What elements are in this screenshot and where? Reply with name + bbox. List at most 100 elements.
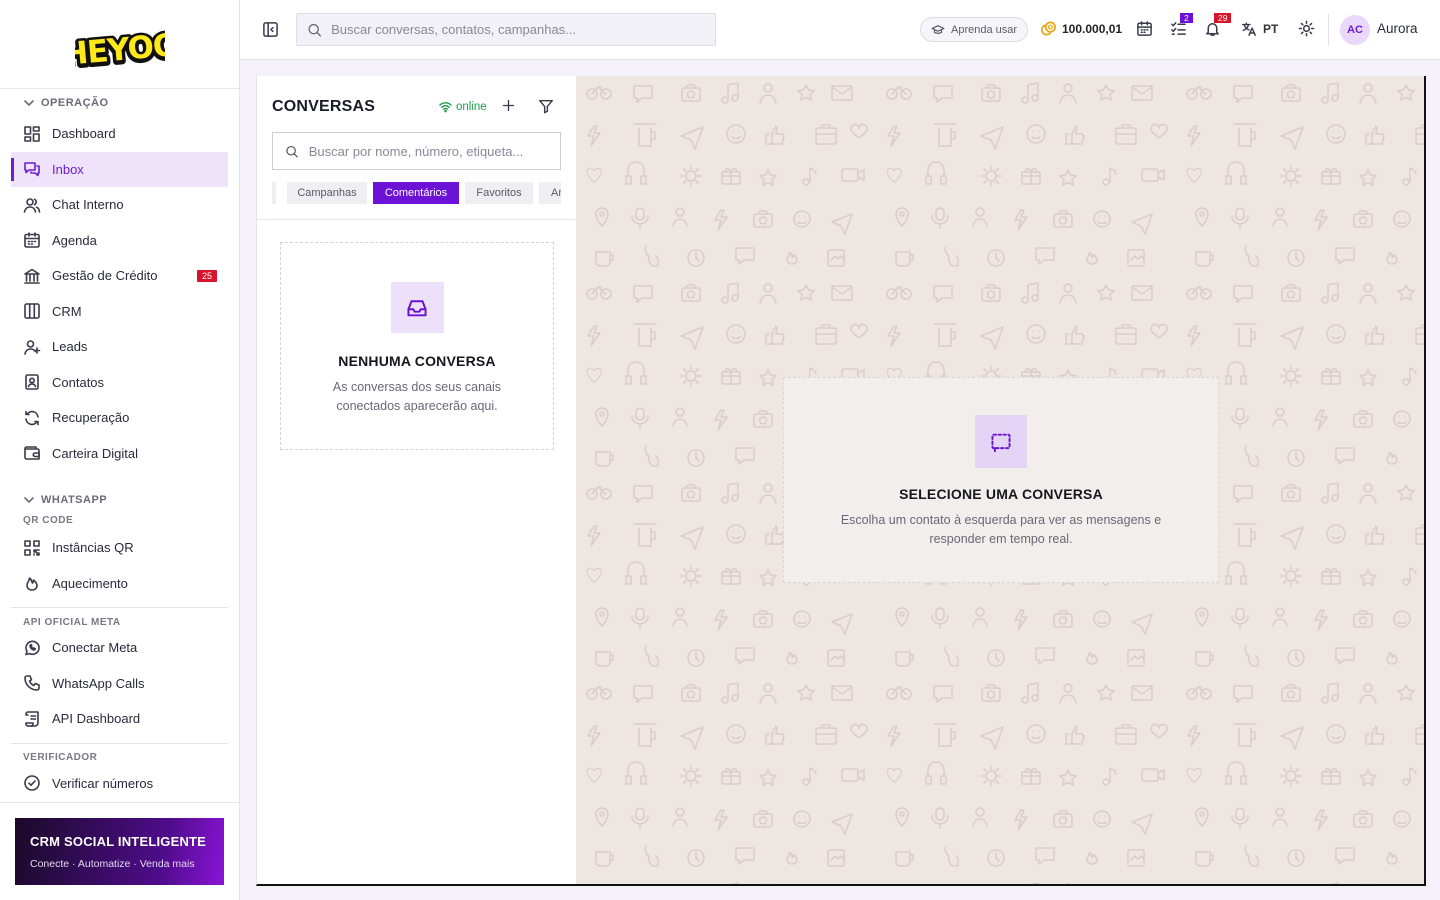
connection-status-label: online (456, 100, 487, 113)
divider (257, 219, 576, 220)
sidebar-item-label: Verificar números (52, 775, 154, 791)
heyoo-logo[interactable]: HEYOO HEYOO (75, 24, 165, 70)
sidebar-item-whatsapp-calls[interactable]: WhatsApp Calls (11, 666, 228, 702)
language-selector[interactable]: PT (1241, 21, 1278, 37)
sidebar-item-label: Agenda (52, 232, 97, 248)
sidebar-item-dashboard[interactable]: Dashboard (11, 116, 228, 152)
calendar-icon (1137, 21, 1152, 36)
sidebar-item-conectar-meta[interactable]: Conectar Meta (11, 630, 228, 666)
sidebar-item-label: WhatsApp Calls (52, 675, 145, 691)
sidebar-item-api-dashboard[interactable]: API Dashboard (11, 701, 228, 737)
credit-value: 100.000,01 (1062, 21, 1123, 36)
sidebar-item-label: Leads (52, 339, 88, 355)
sidebar-item-instancias-qr[interactable]: Instâncias QR (11, 530, 228, 566)
inbox-tray-icon (407, 299, 427, 316)
sidebar-item-chat-interno[interactable]: Chat Interno (11, 187, 228, 223)
divider (11, 607, 228, 608)
theme-toggle-button[interactable] (1298, 20, 1315, 37)
contact-card-icon (25, 374, 39, 391)
empty-conversations-text: As conversas dos seus canais conectados … (332, 380, 502, 413)
calendar-icon (24, 232, 40, 249)
subsection-api-oficial-meta: API OFICIAL META (23, 616, 121, 628)
sidebar-item-gestao-credito[interactable]: Gestão de Crédito 25 (11, 258, 228, 294)
calendar-button[interactable] (1136, 20, 1153, 37)
flame-icon (26, 577, 38, 592)
inbox-icon (24, 162, 40, 177)
section-operacao[interactable]: OPERAÇÃO (11, 90, 228, 116)
subsection-qr-code: QR CODE (23, 514, 74, 526)
section-whatsapp-label: WHATSAPP (41, 494, 108, 506)
empty-inbox-icon-box (390, 282, 444, 333)
kanban-icon (24, 303, 40, 320)
sidebar-item-label: Chat Interno (52, 197, 124, 213)
scroll-icon (25, 710, 39, 727)
select-conversation-state: SELECIONE UMA CONVERSA Escolha um contat… (783, 377, 1219, 583)
sidebar-item-agenda[interactable]: Agenda (11, 223, 228, 259)
sidebar-item-verificar-numeros[interactable]: Verificar números (11, 766, 228, 802)
filter-button[interactable] (538, 98, 554, 114)
select-conversation-title: SELECIONE UMA CONVERSA (899, 486, 1103, 502)
sidebar-nav: OPERAÇÃO Dashboard Inbox Chat Interno Ag… (11, 90, 228, 801)
tab-arquivadas[interactable]: Ar (539, 182, 561, 204)
sidebar-item-label: Recuperação (52, 410, 130, 426)
sidebar-item-label: Gestão de Crédito (52, 268, 158, 284)
divider (0, 802, 239, 803)
coins-icon (1041, 21, 1056, 36)
sidebar-item-label: Inbox (52, 161, 84, 177)
notifications-button[interactable]: 29 (1204, 13, 1232, 37)
wallet-icon (24, 446, 40, 461)
learn-button[interactable]: Aprenda usar (920, 17, 1029, 42)
tasks-button[interactable]: 2 (1170, 13, 1193, 37)
wifi-icon (439, 102, 452, 113)
global-search-input[interactable] (331, 22, 715, 37)
language-code: PT (1263, 22, 1279, 36)
collapse-sidebar-button[interactable] (262, 21, 279, 38)
sidebar-item-inbox[interactable]: Inbox (11, 151, 228, 187)
users-icon (23, 197, 41, 213)
top-header: Aprenda usar 100.000,01 2 29 PT AC Auror… (240, 0, 1440, 60)
sidebar-item-leads[interactable]: Leads (11, 329, 228, 365)
conversation-tabs: Campanhas Comentários Favoritos Ar (272, 182, 561, 204)
divider (1328, 14, 1329, 46)
empty-conversations-title: NENHUMA CONVERSA (338, 353, 496, 369)
sidebar-item-carteira[interactable]: Carteira Digital (11, 436, 228, 472)
select-icon-box (975, 415, 1027, 468)
tab-partial[interactable] (272, 182, 276, 204)
promo-banner[interactable]: CRM SOCIAL INTELIGENTE Conecte · Automat… (15, 818, 224, 885)
graduation-cap-icon (931, 24, 945, 34)
notifications-badge: 29 (1214, 13, 1232, 23)
tab-comentarios[interactable]: Comentários (373, 182, 459, 204)
avatar[interactable]: AC (1340, 15, 1370, 45)
conversations-title: CONVERSAS (272, 98, 376, 115)
chat-dashed-icon (991, 433, 1011, 452)
promo-subtitle: Conecte · Automatize · Venda mais (30, 858, 195, 870)
sidebar-item-aquecimento[interactable]: Aquecimento (11, 566, 228, 602)
section-whatsapp[interactable]: WHATSAPP (11, 490, 228, 510)
sidebar-item-label: CRM (52, 303, 82, 319)
logo-area: HEYOO HEYOO (0, 0, 239, 89)
sidebar-item-crm[interactable]: CRM (11, 294, 228, 330)
divider (11, 742, 228, 744)
new-conversation-button[interactable] (501, 98, 516, 113)
sidebar-item-label: Dashboard (52, 126, 116, 142)
tab-campanhas[interactable]: Campanhas (287, 182, 367, 204)
subsection-verificador: VERIFICADOR (23, 752, 98, 763)
tab-favoritos[interactable]: Favoritos (465, 182, 533, 204)
conversations-panel: CONVERSAS online Campanhas Comentários F… (256, 76, 576, 886)
sidebar-item-contatos[interactable]: Contatos (11, 365, 228, 401)
credit-balance[interactable]: 100.000,01 (1040, 20, 1122, 37)
user-name[interactable]: Aurora (1377, 21, 1418, 36)
sidebar-item-label: Aquecimento (52, 575, 128, 591)
sidebar-item-label: Carteira Digital (52, 445, 138, 461)
learn-label: Aprenda usar (951, 23, 1018, 36)
conversation-search-input[interactable] (308, 143, 560, 159)
sidebar-item-label: Instâncias QR (52, 540, 134, 556)
credit-badge: 25 (196, 269, 217, 282)
conversation-search[interactable] (272, 132, 561, 170)
connection-status: online (439, 100, 487, 113)
sidebar-item-recuperacao[interactable]: Recuperação (11, 400, 228, 436)
phone-icon (24, 675, 40, 692)
qr-code-icon (24, 539, 40, 556)
global-search[interactable] (296, 13, 716, 46)
